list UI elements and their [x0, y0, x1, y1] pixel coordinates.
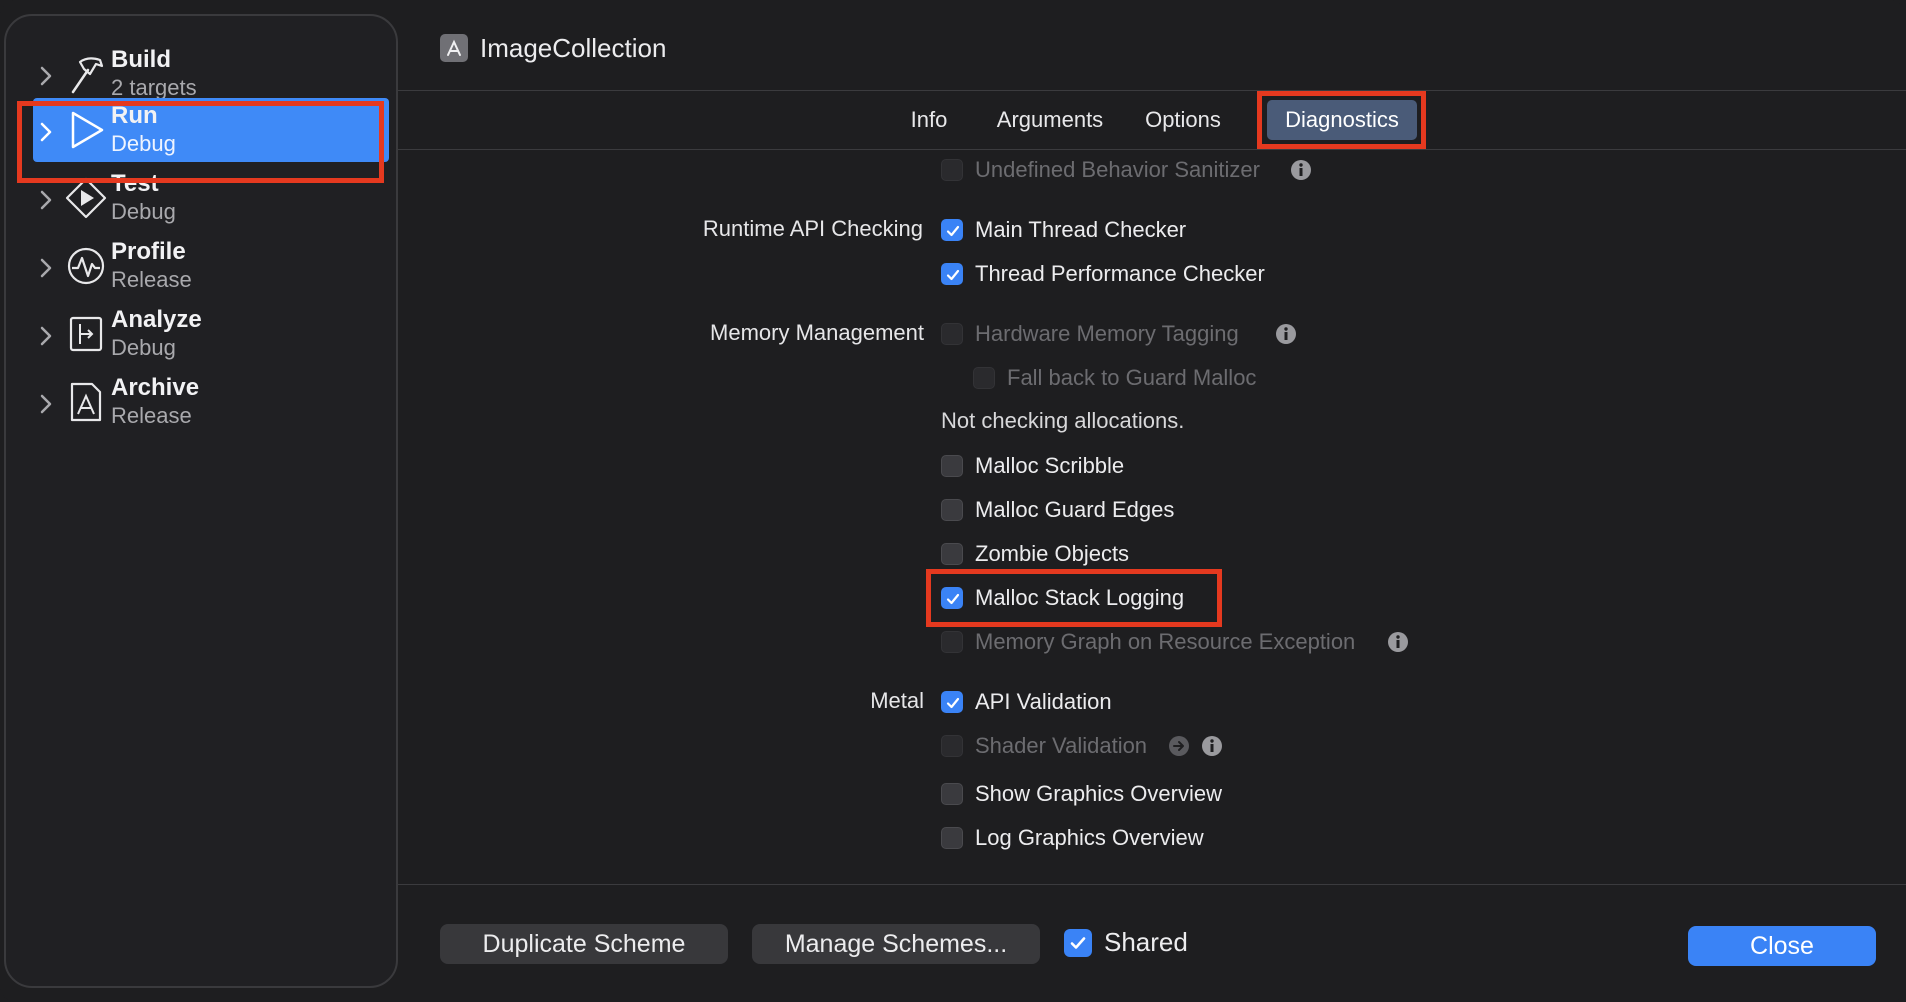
chevron-right-icon[interactable] [36, 62, 56, 90]
option-label: Undefined Behavior Sanitizer [975, 157, 1260, 182]
header-divider [398, 90, 1906, 91]
app-store-icon [440, 34, 468, 62]
sidebar-item-subtitle: Debug [111, 335, 176, 360]
diamond-play-icon [64, 176, 108, 220]
sidebar-item-title: Build [111, 46, 171, 73]
info-icon[interactable] [1387, 631, 1409, 653]
info-icon[interactable] [1275, 323, 1297, 345]
option-label: Log Graphics Overview [975, 825, 1204, 850]
scheme-action-sidebar: Build 2 targets Run Debug Test Debug Pro… [4, 14, 398, 988]
chevron-right-icon[interactable] [36, 390, 56, 418]
arrow-circle-right-icon[interactable] [1168, 735, 1190, 757]
memory-graph-resource-exception-checkbox[interactable] [941, 631, 963, 653]
shared-label: Shared [1104, 927, 1188, 957]
option-label: Hardware Memory Tagging [975, 321, 1239, 346]
chevron-right-icon[interactable] [36, 254, 56, 282]
option-label: Malloc Guard Edges [975, 497, 1175, 522]
api-validation-checkbox[interactable] [941, 691, 963, 713]
sidebar-item-analyze[interactable]: Analyze Debug [20, 302, 390, 372]
sidebar-item-subtitle: Release [111, 267, 192, 292]
sidebar-item-title: Run [111, 102, 158, 129]
info-icon[interactable] [1201, 735, 1223, 757]
sidebar-item-subtitle: Debug [111, 199, 176, 224]
footer-divider [398, 884, 1906, 885]
malloc-guard-edges-checkbox[interactable] [941, 499, 963, 521]
not-checking-allocations-note: Not checking allocations. [941, 408, 1185, 433]
malloc-stack-logging-checkbox[interactable] [941, 587, 963, 609]
tab-info[interactable]: Info [880, 100, 978, 140]
close-button[interactable]: Close [1688, 926, 1876, 966]
option-label: Show Graphics Overview [975, 781, 1222, 806]
shared-checkbox[interactable] [1064, 929, 1092, 957]
duplicate-scheme-button[interactable]: Duplicate Scheme [440, 924, 728, 964]
option-label: Zombie Objects [975, 541, 1130, 566]
tab-diagnostics[interactable]: Diagnostics [1267, 100, 1417, 140]
malloc-scribble-checkbox[interactable] [941, 455, 963, 477]
chevron-right-icon[interactable] [36, 118, 56, 146]
scheme-editor-window: Build 2 targets Run Debug Test Debug Pro… [0, 0, 1906, 1002]
tab-arguments[interactable]: Arguments [982, 100, 1118, 140]
info-icon[interactable] [1290, 159, 1312, 181]
show-graphics-overview-checkbox[interactable] [941, 783, 963, 805]
main-thread-checker-checkbox[interactable] [941, 219, 963, 241]
metal-label: Metal [870, 688, 924, 713]
hardware-memory-tagging-checkbox[interactable] [941, 323, 963, 345]
tab-options[interactable]: Options [1127, 100, 1239, 140]
option-label: Shader Validation [975, 733, 1148, 758]
manage-schemes-button[interactable]: Manage Schemes... [752, 924, 1040, 964]
sidebar-item-profile[interactable]: Profile Release [20, 234, 390, 304]
memory-management-label: Memory Management [710, 320, 924, 345]
tabs-divider [398, 149, 1906, 150]
chevron-right-icon[interactable] [36, 186, 56, 214]
hammer-icon [64, 52, 108, 96]
sidebar-item-run[interactable]: Run Debug [20, 98, 390, 168]
thread-performance-checker-checkbox[interactable] [941, 263, 963, 285]
sidebar-item-title: Archive [111, 374, 200, 401]
option-label: Fall back to Guard Malloc [1007, 365, 1257, 390]
chevron-right-icon[interactable] [36, 322, 56, 350]
shader-validation-checkbox[interactable] [941, 735, 963, 757]
sidebar-item-test[interactable]: Test Debug [20, 166, 390, 236]
option-label: Thread Performance Checker [975, 261, 1265, 286]
undefined-behavior-sanitizer-checkbox[interactable] [941, 159, 963, 181]
sidebar-item-title: Analyze [111, 306, 202, 333]
option-label: Malloc Scribble [975, 453, 1125, 478]
option-label: API Validation [975, 689, 1112, 714]
runtime-api-checking-label: Runtime API Checking [702, 216, 923, 241]
archive-icon [64, 380, 108, 424]
sidebar-item-subtitle: Release [111, 403, 192, 428]
sidebar-item-title: Test [111, 170, 159, 197]
play-icon [64, 108, 108, 152]
sidebar-item-subtitle: Debug [111, 131, 176, 156]
option-label: Main Thread Checker [975, 217, 1187, 242]
analyze-icon [64, 312, 108, 356]
scheme-title: ImageCollection [480, 33, 667, 63]
sidebar-item-title: Profile [111, 238, 186, 265]
log-graphics-overview-checkbox[interactable] [941, 827, 963, 849]
zombie-objects-checkbox[interactable] [941, 543, 963, 565]
option-label: Memory Graph on Resource Exception [975, 629, 1356, 654]
sidebar-item-archive[interactable]: Archive Release [20, 370, 390, 440]
fall-back-guard-malloc-checkbox[interactable] [973, 367, 995, 389]
waveform-icon [64, 244, 108, 288]
option-label: Malloc Stack Logging [975, 585, 1185, 610]
